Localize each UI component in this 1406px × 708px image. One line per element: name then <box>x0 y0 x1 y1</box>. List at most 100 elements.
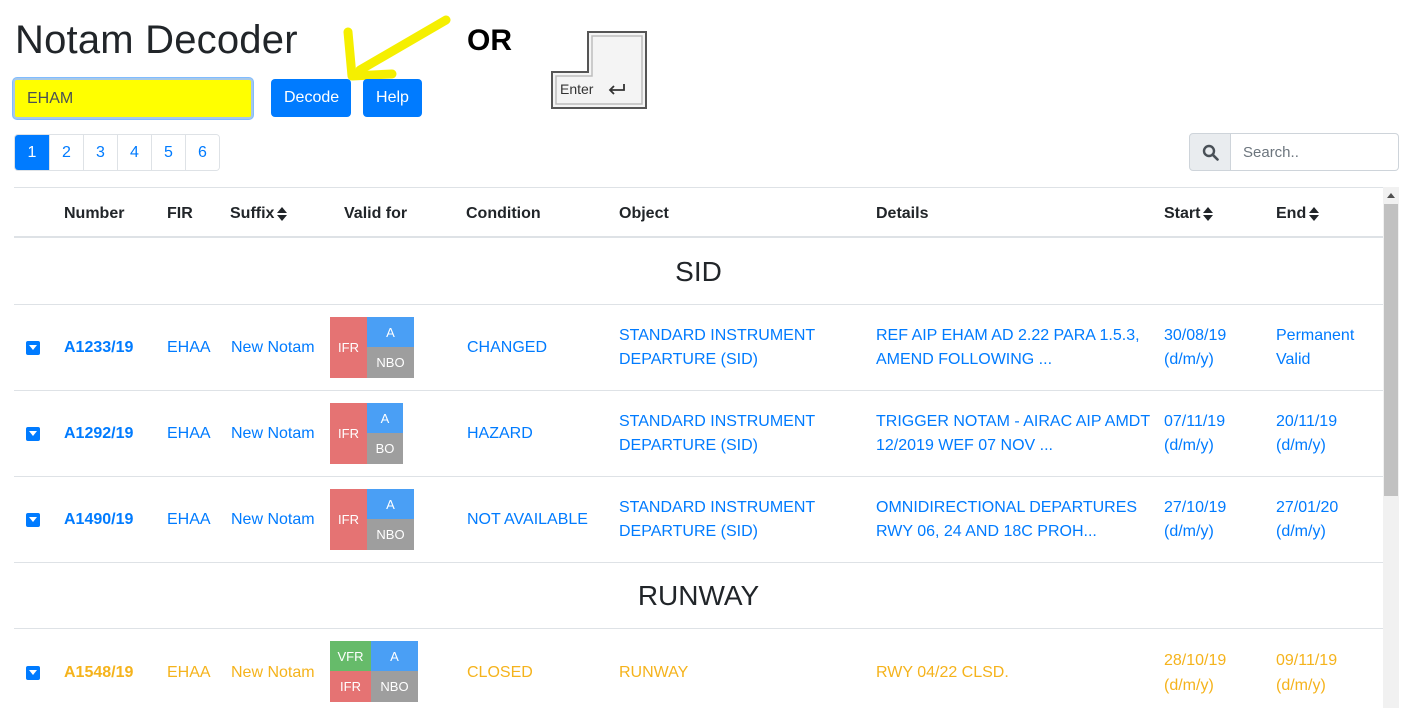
pagination: 1 2 3 4 5 6 <box>14 134 220 171</box>
column-details[interactable]: Details <box>876 205 928 223</box>
condition: NOT AVAILABLE <box>467 511 588 528</box>
column-start-label: Start <box>1164 205 1201 222</box>
end-format: (d/m/y) <box>1276 677 1326 694</box>
column-condition[interactable]: Condition <box>466 205 541 223</box>
table-row[interactable]: A1292/19 EHAA New Notam IFR A BO HAZARD S… <box>14 391 1383 477</box>
notam-number[interactable]: A1292/19 <box>64 422 133 446</box>
search-input[interactable] <box>1231 133 1399 171</box>
column-end-label: End <box>1276 205 1307 222</box>
or-label: OR <box>467 24 512 57</box>
page-link-3[interactable]: 3 <box>83 135 117 170</box>
help-button[interactable]: Help <box>363 79 422 117</box>
column-number[interactable]: Number <box>64 205 124 223</box>
ifr-badge: IFR <box>330 489 367 550</box>
suffix: New Notam <box>231 339 315 356</box>
expand-toggle-icon[interactable] <box>26 427 40 441</box>
start-date: 30/08/19 <box>1164 327 1227 344</box>
object-line-1: STANDARD INSTRUMENT <box>619 499 816 516</box>
scroll-thumb[interactable] <box>1384 204 1398 496</box>
expand-toggle-icon[interactable] <box>26 341 40 355</box>
fir: EHAA <box>167 664 211 681</box>
sort-icon <box>1309 206 1320 221</box>
column-start[interactable]: Start <box>1164 205 1214 223</box>
enter-key-icon: Enter <box>551 31 647 109</box>
page-link-1[interactable]: 1 <box>15 135 49 170</box>
end-format: Valid <box>1276 351 1311 368</box>
end-format: (d/m/y) <box>1276 523 1326 540</box>
table-scrollbar[interactable] <box>1383 187 1399 708</box>
condition: CLOSED <box>467 664 533 681</box>
purpose-badge: NBO <box>367 347 414 378</box>
purpose-badge: NBO <box>371 671 418 702</box>
start-date: 27/10/19 <box>1164 499 1227 516</box>
page-title: Notam Decoder <box>15 18 298 62</box>
object-line-1: STANDARD INSTRUMENT <box>619 327 816 344</box>
start-date: 07/11/19 <box>1164 413 1226 430</box>
object-line-1: RUNWAY <box>619 664 689 681</box>
purpose-badge: NBO <box>367 519 414 550</box>
object-line-1: STANDARD INSTRUMENT <box>619 413 816 430</box>
table-row[interactable]: A1233/19 EHAA New Notam IFR A NBO CHANGED… <box>14 305 1383 391</box>
search-icon[interactable] <box>1189 133 1231 171</box>
decode-button[interactable]: Decode <box>271 79 351 117</box>
ifr-badge: IFR <box>330 317 367 378</box>
notam-number[interactable]: A1490/19 <box>64 508 133 532</box>
condition: CHANGED <box>467 339 548 356</box>
expand-toggle-icon[interactable] <box>26 666 40 680</box>
notam-number[interactable]: A1548/19 <box>64 661 133 685</box>
object-line-2: DEPARTURE (SID) <box>619 351 758 368</box>
end-date: Permanent <box>1276 327 1355 344</box>
notam-number[interactable]: A1233/19 <box>64 336 133 360</box>
column-object[interactable]: Object <box>619 205 669 223</box>
page-link-2[interactable]: 2 <box>49 135 83 170</box>
ifr-badge: IFR <box>330 403 367 464</box>
column-fir[interactable]: FIR <box>167 205 193 223</box>
group-header-sid: SID <box>14 239 1383 305</box>
object-line-2: DEPARTURE (SID) <box>619 523 758 540</box>
yellow-arrow-icon <box>343 15 451 81</box>
scroll-up-icon[interactable] <box>1383 187 1399 204</box>
column-valid-for[interactable]: Valid for <box>344 205 407 223</box>
start-format: (d/m/y) <box>1164 437 1214 454</box>
enter-key-label: Enter <box>560 81 594 97</box>
column-suffix-label: Suffix <box>230 205 275 222</box>
start-format: (d/m/y) <box>1164 523 1214 540</box>
valid-for-badges: IFR A BO <box>330 403 403 464</box>
start-format: (d/m/y) <box>1164 351 1214 368</box>
expand-toggle-icon[interactable] <box>26 513 40 527</box>
fir: EHAA <box>167 511 211 528</box>
purpose-badge: BO <box>367 433 403 464</box>
scope-badge: A <box>367 489 414 519</box>
start-date: 28/10/19 <box>1164 652 1227 669</box>
start-format: (d/m/y) <box>1164 677 1214 694</box>
page-link-5[interactable]: 5 <box>151 135 185 170</box>
details-line-2: 12/2019 WEF 07 NOV ... <box>876 437 1053 454</box>
end-format: (d/m/y) <box>1276 437 1326 454</box>
airport-code-input[interactable] <box>13 78 253 119</box>
notam-table: Number FIR Suffix Valid for Condition Ob… <box>14 187 1383 708</box>
column-suffix[interactable]: Suffix <box>230 205 288 223</box>
end-date: 27/01/20 <box>1276 499 1339 516</box>
valid-for-badges: IFR A NBO <box>330 317 414 378</box>
details-line-2: AMEND FOLLOWING ... <box>876 351 1053 368</box>
page-link-6[interactable]: 6 <box>185 135 219 170</box>
table-row[interactable]: A1490/19 EHAA New Notam IFR A NBO NOT AVA… <box>14 477 1383 563</box>
page-link-4[interactable]: 4 <box>117 135 151 170</box>
ifr-badge: IFR <box>330 671 371 702</box>
end-date: 09/11/19 <box>1276 652 1338 669</box>
object-line-2: DEPARTURE (SID) <box>619 437 758 454</box>
details-line-1: RWY 04/22 CLSD. <box>876 664 1009 681</box>
scope-badge: A <box>367 403 403 433</box>
column-end[interactable]: End <box>1276 205 1320 223</box>
valid-for-badges: VFR IFR A NBO <box>330 641 418 702</box>
table-header: Number FIR Suffix Valid for Condition Ob… <box>14 188 1383 238</box>
search-group <box>1189 133 1399 171</box>
valid-for-badges: IFR A NBO <box>330 489 414 550</box>
table-row[interactable]: A1548/19 EHAA New Notam VFR IFR A NBO CLOS… <box>14 629 1383 708</box>
fir: EHAA <box>167 339 211 356</box>
details-line-2: RWY 06, 24 AND 18C PROH... <box>876 523 1097 540</box>
fir: EHAA <box>167 425 211 442</box>
scope-badge: A <box>367 317 414 347</box>
sort-icon <box>1203 206 1214 221</box>
details-line-1: OMNIDIRECTIONAL DEPARTURES <box>876 499 1138 516</box>
